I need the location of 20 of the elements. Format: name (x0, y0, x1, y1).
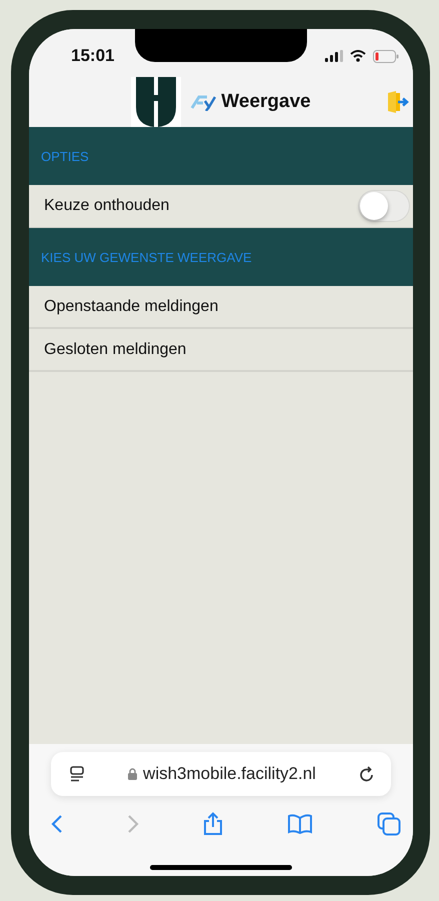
share-icon[interactable] (203, 812, 223, 836)
back-icon[interactable] (51, 814, 63, 834)
page-title: Weergave (221, 91, 311, 113)
wifi-icon (350, 50, 366, 62)
lock-icon (128, 768, 138, 780)
logout-button[interactable] (387, 90, 409, 114)
bookmarks-icon[interactable] (287, 814, 313, 834)
tabs-icon[interactable] (377, 812, 401, 836)
section-title: KIES UW GEWENSTE WEERGAVE (41, 250, 252, 264)
setting-label: Keuze onthouden (44, 197, 170, 215)
section-title: OPTIES (41, 148, 89, 164)
address-bar[interactable]: wish3mobile.facility2.nl (51, 752, 391, 796)
signal-icon (325, 50, 343, 62)
url-text: wish3mobile.facility2.nl (143, 764, 316, 784)
reader-icon (69, 766, 85, 782)
battery-icon (373, 50, 399, 62)
reload-icon[interactable] (359, 766, 375, 782)
brand-icon (189, 93, 218, 111)
status-time: 15:01 (71, 46, 114, 66)
toggle-switch[interactable] (358, 190, 410, 222)
